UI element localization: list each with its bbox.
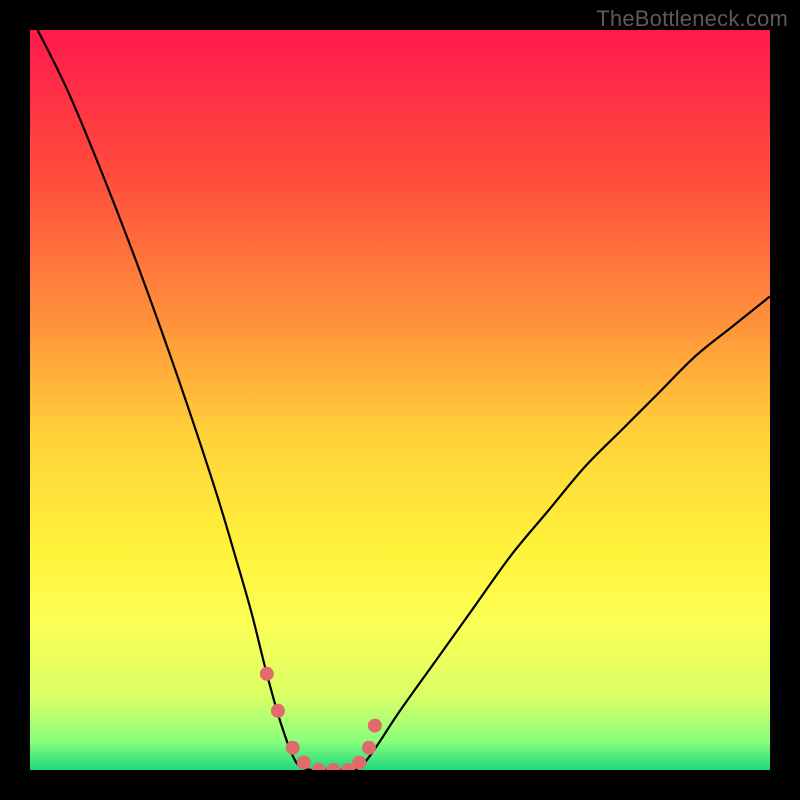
valley-marker bbox=[368, 719, 382, 733]
plot-area bbox=[30, 30, 770, 770]
valley-marker bbox=[271, 704, 285, 718]
valley-marker bbox=[352, 756, 366, 770]
bottleneck-chart bbox=[30, 30, 770, 770]
gradient-background bbox=[30, 30, 770, 770]
valley-marker bbox=[286, 741, 300, 755]
valley-marker bbox=[297, 756, 311, 770]
watermark-text: TheBottleneck.com bbox=[596, 6, 788, 32]
chart-frame: TheBottleneck.com bbox=[0, 0, 800, 800]
valley-marker bbox=[260, 667, 274, 681]
valley-marker bbox=[362, 741, 376, 755]
